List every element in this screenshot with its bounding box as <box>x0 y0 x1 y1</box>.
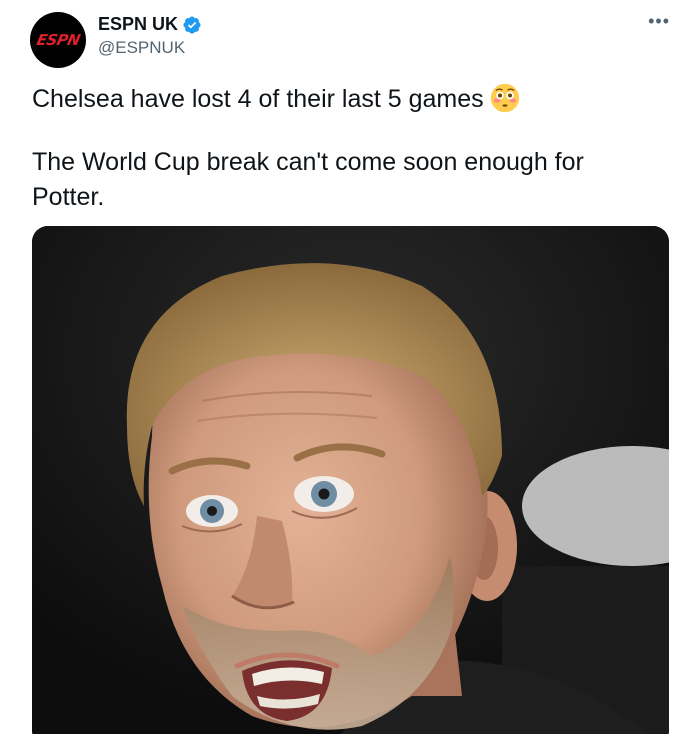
espn-logo-icon: ESPN <box>34 31 82 49</box>
verified-badge-icon <box>183 15 201 34</box>
tweet-text: Chelsea have lost 4 of their last 5 game… <box>32 82 662 215</box>
tweet-line-1-text: Chelsea have lost 4 of their last 5 game… <box>32 85 484 113</box>
tweet-card: ESPN ESPN UK @ESPNUK ••• Chelsea have lo… <box>0 0 700 734</box>
flushed-face-emoji-icon <box>490 83 519 113</box>
author-name-row: ESPN UK <box>98 14 202 35</box>
tweet-photo[interactable] <box>32 226 669 734</box>
more-icon[interactable]: ••• <box>648 12 670 30</box>
author-display-name[interactable]: ESPN UK <box>98 14 178 35</box>
author-handle[interactable]: @ESPNUK <box>98 38 185 58</box>
avatar[interactable]: ESPN <box>30 12 86 68</box>
photo-illustration <box>32 226 669 734</box>
tweet-line-2: The World Cup break can't come soon enou… <box>32 148 584 211</box>
tweet-line-1: Chelsea have lost 4 of their last 5 game… <box>32 82 662 117</box>
